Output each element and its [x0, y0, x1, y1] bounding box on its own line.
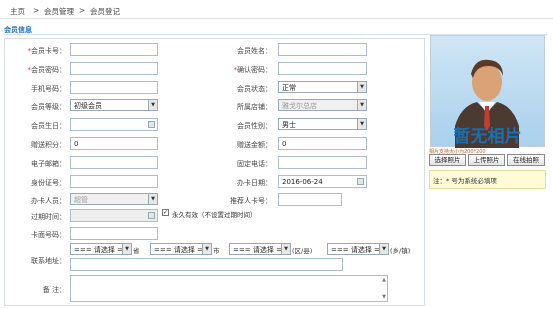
required-note: 注：* 号为系统必填项: [429, 170, 546, 189]
status-label: 会员状态：: [237, 85, 272, 93]
no-photo-text: 暂无相片: [453, 127, 522, 147]
breadcrumb-separator: >: [79, 6, 86, 15]
breadcrumb-separator: >: [33, 6, 40, 15]
confirm-password-input[interactable]: [278, 62, 367, 75]
password-label: *会员密码：: [27, 66, 67, 74]
permanent-label: 永久有效（不设置过期时间）: [172, 211, 257, 219]
breadcrumb-home[interactable]: 主页: [10, 6, 25, 17]
remark-label: 备 注：: [42, 286, 66, 294]
card-date-label: 办卡日期：: [237, 179, 272, 187]
card-no-input[interactable]: [70, 43, 158, 56]
city-select[interactable]: === 请选择 === ▼: [150, 243, 212, 255]
chevron-down-icon: ▼: [379, 244, 388, 254]
address-label: 联系地址：: [31, 257, 66, 265]
permanent-checkbox[interactable]: ✓: [162, 209, 169, 216]
chevron-down-icon: ▼: [357, 100, 366, 110]
calendar-icon[interactable]: [148, 121, 155, 128]
expiry-input: [70, 209, 158, 222]
chevron-down-icon: ▼: [357, 119, 366, 129]
gender-select[interactable]: 男士 ▼: [278, 118, 367, 130]
chevron-down-icon: ▼: [281, 244, 290, 254]
card-face-label: 卡面号码：: [31, 231, 66, 239]
id-no-input[interactable]: [70, 175, 158, 188]
scroll-down-icon[interactable]: ▼: [382, 294, 386, 300]
level-label: 会员等级：: [31, 103, 66, 111]
online-photo-button[interactable]: 在线拍照: [507, 154, 545, 166]
phone-input[interactable]: [70, 81, 158, 94]
phone-label: 手机号码：: [31, 85, 66, 93]
city-suffix: 市: [213, 247, 220, 255]
town-select[interactable]: === 请选择 === ▼: [327, 243, 389, 255]
gender-label: 会员性别：: [237, 122, 272, 130]
birthday-input[interactable]: [70, 118, 158, 131]
staff-select: 超管 ▼: [70, 193, 158, 205]
gift-amount-label: 赠送金额：: [237, 141, 272, 149]
id-no-label: 身份证号：: [31, 179, 66, 187]
chevron-down-icon: ▼: [202, 244, 211, 254]
breadcrumb-member-management[interactable]: 会员管理: [44, 6, 74, 17]
card-face-input[interactable]: [70, 227, 158, 240]
chevron-down-icon: ▼: [122, 244, 131, 254]
calendar-icon[interactable]: [357, 178, 364, 185]
referrer-label: 推荐人卡号：: [230, 197, 272, 205]
scroll-up-icon[interactable]: ▲: [382, 277, 386, 283]
province-select[interactable]: === 请选择 === ▼: [70, 243, 132, 255]
remark-textarea[interactable]: ▲ ▼: [70, 275, 388, 302]
card-date-input[interactable]: 2016-06-24: [278, 175, 367, 188]
district-select[interactable]: === 请选择 === ▼: [229, 243, 291, 255]
town-suffix: (乡/镇): [390, 247, 411, 255]
tel-input[interactable]: [278, 156, 367, 169]
gift-points-input[interactable]: 0: [70, 137, 158, 150]
district-suffix: (区/县): [292, 247, 313, 255]
level-select[interactable]: 初级会员 ▼: [70, 99, 158, 111]
calendar-icon: [148, 212, 155, 219]
address-detail-input[interactable]: [70, 258, 343, 271]
card-no-label: *会员卡号：: [27, 47, 67, 55]
photo-placeholder: 暂无相片: [430, 35, 545, 148]
gift-amount-input[interactable]: 0: [278, 137, 367, 150]
store-label: 所属店铺：: [237, 103, 272, 111]
breadcrumb-member-registration: 会员登记: [90, 7, 120, 16]
store-select: 雅戈尔总店 ▼: [278, 99, 367, 111]
gift-points-label: 赠送积分：: [31, 141, 66, 149]
choose-photo-button[interactable]: 选择照片: [429, 154, 466, 166]
confirm-password-label: *确认密码：: [233, 66, 273, 74]
expiry-label: 过期时间：: [31, 213, 66, 221]
password-input[interactable]: [70, 62, 158, 75]
status-select[interactable]: 正常 ▼: [278, 81, 367, 93]
name-label: 会员姓名：: [237, 47, 272, 55]
chevron-down-icon: ▼: [357, 82, 366, 92]
referrer-input[interactable]: [278, 193, 342, 206]
email-label: 电子邮箱：: [31, 160, 66, 168]
email-input[interactable]: [70, 156, 158, 169]
birthday-label: 会员生日：: [31, 122, 66, 130]
staff-label: 办卡人员：: [31, 197, 66, 205]
name-input[interactable]: [278, 43, 367, 56]
chevron-down-icon: ▼: [148, 194, 157, 204]
province-suffix: 省: [133, 247, 140, 255]
upload-photo-button[interactable]: 上传照片: [468, 154, 505, 166]
breadcrumb: 主页 > 会员管理 > 会员登记: [0, 0, 553, 19]
tel-label: 固定电话：: [237, 160, 272, 168]
chevron-down-icon: ▼: [148, 100, 157, 110]
